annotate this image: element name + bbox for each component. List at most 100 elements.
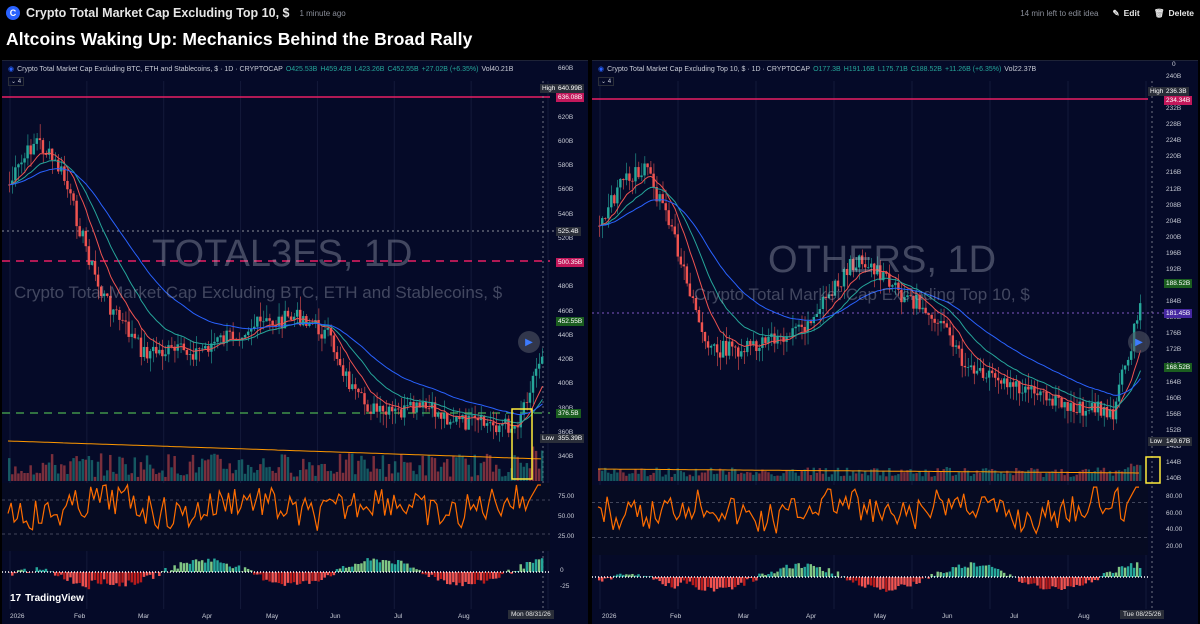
price-axis-tick: 152B bbox=[1166, 426, 1182, 434]
candle-body bbox=[409, 401, 412, 406]
price-axis-tick: 212B bbox=[1166, 185, 1182, 193]
candle-body bbox=[616, 187, 619, 204]
candle-body bbox=[637, 167, 640, 178]
volume-bar bbox=[182, 475, 186, 481]
volume-bar bbox=[927, 471, 930, 481]
macd-histogram-bar bbox=[464, 572, 467, 582]
volume-bar bbox=[782, 473, 785, 481]
volume-bar bbox=[691, 476, 695, 481]
price-axis-tick: 216B bbox=[1166, 169, 1182, 177]
candle-body bbox=[815, 313, 819, 317]
volume-bar bbox=[136, 476, 140, 481]
volume-bar bbox=[604, 467, 607, 481]
volume-bar bbox=[915, 473, 918, 481]
macd-histogram-bar bbox=[1090, 577, 1094, 583]
volume-bar bbox=[32, 474, 35, 481]
chart-canvas-left[interactable] bbox=[2, 61, 588, 624]
macd-histogram-bar bbox=[298, 572, 302, 584]
candle-body bbox=[439, 412, 443, 419]
candle-body bbox=[121, 319, 124, 321]
volume-bar bbox=[302, 458, 305, 481]
candle-body bbox=[259, 316, 262, 322]
macd-histogram-bar bbox=[1033, 577, 1036, 584]
time-axis-tick: May bbox=[874, 613, 887, 620]
macd-histogram-bar bbox=[133, 572, 137, 585]
chart-canvas-right[interactable] bbox=[592, 61, 1198, 624]
volume-bar bbox=[906, 470, 909, 481]
indicator-count-badge[interactable]: ⌄ 4 bbox=[598, 77, 615, 86]
chart-panel-right[interactable]: OTHERS, 1D Crypto Total Market Cap Exclu… bbox=[592, 60, 1198, 624]
candle-body bbox=[531, 375, 535, 393]
candle-body bbox=[1042, 391, 1045, 393]
symbol-legend[interactable]: ◉ Crypto Total Market Cap Excluding Top … bbox=[598, 65, 1036, 74]
candle-body bbox=[332, 335, 336, 353]
macd-histogram-bar bbox=[821, 570, 825, 577]
play-icon[interactable]: ▶ bbox=[1128, 331, 1150, 353]
delete-button[interactable]: 🗑 Delete bbox=[1154, 8, 1194, 19]
cryptocap-logo-icon: C bbox=[6, 6, 20, 20]
candle-body bbox=[207, 346, 210, 352]
crosshair-date-tag: Mon 08/31/26 bbox=[508, 610, 554, 619]
candle-body bbox=[927, 313, 930, 315]
volume-bar bbox=[99, 453, 103, 481]
candle-body bbox=[604, 218, 607, 219]
macd-histogram-bar bbox=[265, 572, 268, 580]
indicator-count-badge[interactable]: ⌄ 4 bbox=[8, 77, 25, 86]
volume-bar bbox=[148, 464, 152, 481]
macd-histogram-bar bbox=[673, 577, 676, 589]
candle-body bbox=[697, 309, 701, 323]
volume-bar bbox=[317, 465, 320, 481]
candle-body bbox=[981, 368, 985, 378]
volume-bar bbox=[26, 472, 29, 481]
macd-histogram-bar bbox=[289, 572, 293, 584]
volume-bar bbox=[1033, 469, 1036, 481]
candle-body bbox=[688, 283, 692, 297]
candle-body bbox=[628, 173, 631, 181]
candle-body bbox=[130, 333, 133, 337]
candle-body bbox=[797, 324, 800, 327]
volume-bar bbox=[409, 462, 412, 481]
volume-bar bbox=[673, 473, 676, 481]
chart-panel-left[interactable]: TOTAL3ES, 1D Crypto Total Market Cap Exc… bbox=[2, 60, 588, 624]
macd-histogram-bar bbox=[311, 572, 314, 582]
volume-bar bbox=[151, 468, 155, 481]
low-value-tag: 149.67B bbox=[1164, 437, 1193, 446]
time-axis-tick: Aug bbox=[1078, 613, 1090, 620]
symbol-legend[interactable]: ◉ Crypto Total Market Cap Excluding BTC,… bbox=[8, 65, 513, 74]
macd-histogram-bar bbox=[482, 572, 486, 584]
candle-body bbox=[216, 337, 219, 342]
ohlc-low: L423.26B bbox=[354, 65, 385, 73]
macd-histogram-bar bbox=[1042, 577, 1045, 590]
candle-body bbox=[17, 164, 20, 168]
candle-body bbox=[23, 158, 26, 163]
volume-bar bbox=[204, 460, 207, 481]
idea-title[interactable]: Crypto Total Market Cap Excluding Top 10… bbox=[26, 6, 289, 20]
edit-button[interactable]: ✎ Edit bbox=[1113, 8, 1140, 19]
volume-bar bbox=[20, 470, 23, 481]
volume-bar bbox=[1069, 476, 1072, 481]
candle-body bbox=[1039, 391, 1042, 396]
volume-bar bbox=[424, 475, 428, 481]
candle-body bbox=[81, 230, 84, 237]
macd-histogram-bar bbox=[694, 577, 698, 588]
candle-body bbox=[703, 331, 707, 342]
candle-body bbox=[320, 334, 323, 339]
volume-bar bbox=[167, 454, 170, 481]
macd-histogram-bar bbox=[292, 572, 296, 583]
macd-histogram-bar bbox=[851, 577, 855, 583]
volume-bar bbox=[734, 469, 737, 481]
candle-body bbox=[406, 405, 409, 407]
candle-body bbox=[219, 335, 222, 338]
macd-histogram-bar bbox=[378, 562, 382, 572]
candle-body bbox=[351, 384, 354, 390]
macd-histogram-bar bbox=[534, 559, 538, 572]
volume-bar bbox=[338, 453, 342, 481]
macd-histogram-bar bbox=[906, 577, 909, 587]
macd-histogram-bar bbox=[779, 568, 782, 577]
candle-body bbox=[390, 406, 394, 412]
play-icon[interactable]: ▶ bbox=[518, 331, 540, 353]
symbol-icon: ◉ bbox=[8, 66, 15, 73]
candle-body bbox=[1117, 384, 1121, 402]
volume-bar bbox=[320, 463, 323, 481]
candle-body bbox=[29, 145, 32, 155]
